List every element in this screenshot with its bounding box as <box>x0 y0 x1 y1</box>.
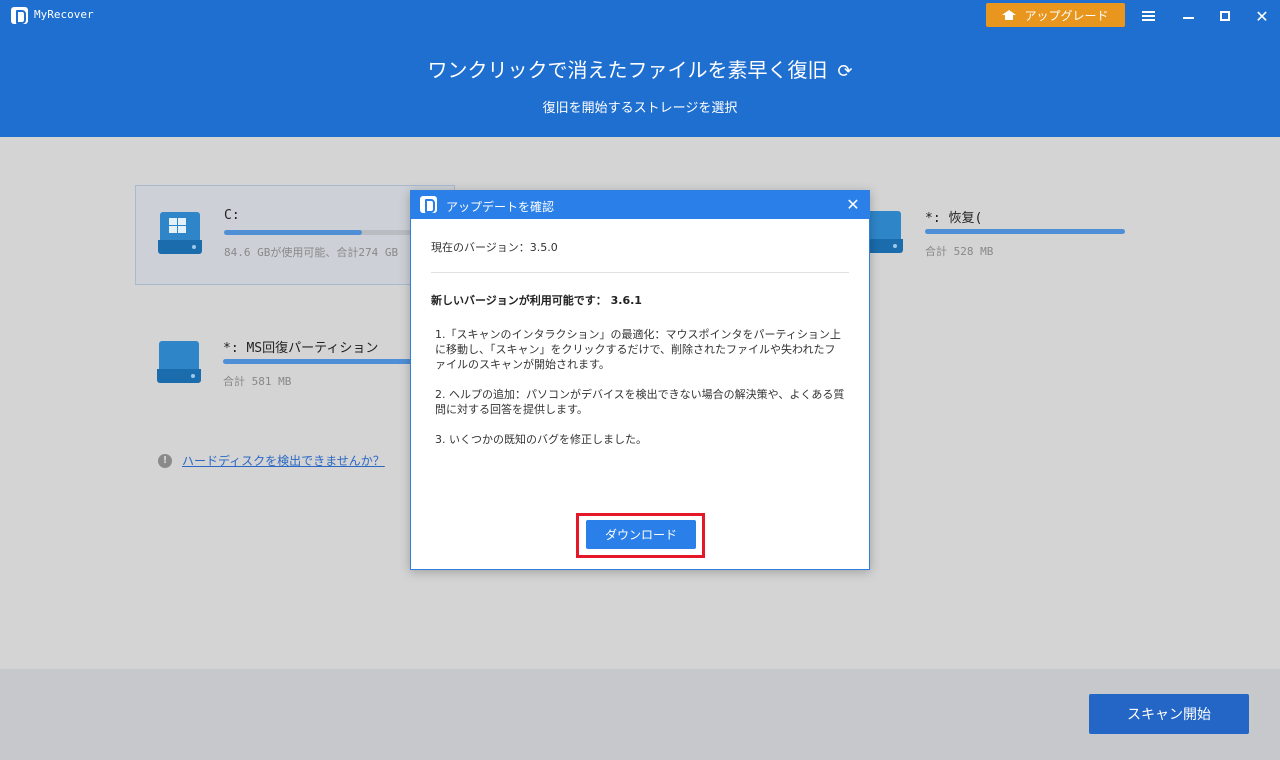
maximize-icon[interactable] <box>1214 6 1236 26</box>
upgrade-button[interactable]: アップグレード <box>986 3 1125 27</box>
windows-drive-icon <box>158 212 202 256</box>
start-scan-button[interactable]: スキャン開始 <box>1089 694 1249 734</box>
page-subtitle: 復旧を開始するストレージを選択 <box>542 101 738 116</box>
release-note: 1.「スキャンのインタラクション」の最適化：マウスポインタをパーティション上に移… <box>435 328 841 371</box>
app-logo-icon <box>420 196 437 213</box>
drive-info: 84.6 GBが使用可能、合計274 GB <box>224 246 399 259</box>
release-note: 3. いくつかの既知のバグを修正しました。 <box>435 433 647 446</box>
upgrade-label: アップグレード <box>1024 8 1109 23</box>
release-notes: 1.「スキャンのインタラクション」の最適化：マウスポインタをパーティション上に移… <box>435 327 845 462</box>
drive-name: *: 恢复( <box>925 211 983 226</box>
dialog-close-icon[interactable]: ✕ <box>843 194 863 214</box>
drive-card-recovery[interactable]: *: 恢复( 合計 528 MB <box>837 185 1157 285</box>
usage-bar-fill <box>925 229 1125 234</box>
page-title: ワンクリックで消えたファイルを素早く復旧 ⟳ <box>0 54 1280 83</box>
download-button[interactable]: ダウンロード <box>586 520 696 549</box>
current-version: 現在のバージョン：3.5.0 <box>431 241 558 254</box>
app-title: MyRecover <box>34 8 94 21</box>
drive-name: C: <box>224 208 240 223</box>
drive-info: 合計 528 MB <box>925 245 994 258</box>
drive-card-c[interactable]: C: 84.6 GBが使用可能、合計274 GB <box>135 185 455 285</box>
update-dialog: アップデートを確認 ✕ 現在のバージョン：3.5.0 新しいバージョンが利用可能… <box>410 190 870 570</box>
usage-bar-fill <box>224 230 362 235</box>
close-window-icon[interactable]: ✕ <box>1251 6 1273 26</box>
new-version: 新しいバージョンが利用可能です： 3.6.1 <box>431 294 642 307</box>
release-note: 2. ヘルプの追加：パソコンがデバイスを検出できない場合の解決策や、よくある質問… <box>435 388 845 416</box>
drive-name: *: MS回復パーティション <box>223 341 379 356</box>
usage-bar-fill <box>223 359 423 364</box>
divider <box>431 272 849 273</box>
refresh-icon[interactable]: ⟳ <box>837 61 852 82</box>
usage-bar <box>223 359 423 364</box>
help-link-row: ! ハードディスクを検出できませんか？ <box>158 452 385 469</box>
graduation-cap-icon <box>1002 9 1017 21</box>
headline-text: ワンクリックで消えたファイルを素早く復旧 <box>427 58 828 82</box>
title-bar: MyRecover アップグレード ✕ <box>0 0 1280 32</box>
dialog-title: アップデートを確認 <box>446 200 555 214</box>
menu-icon[interactable] <box>1137 6 1159 26</box>
drive-card-ms-recovery[interactable]: *: MS回復パーティション 合計 581 MB <box>135 315 455 415</box>
usage-bar <box>224 230 424 235</box>
info-icon: ! <box>158 453 172 468</box>
app-header: MyRecover アップグレード ✕ ワンクリックで消えたファイルを素早く復旧… <box>0 0 1280 137</box>
drive-icon <box>157 341 201 385</box>
disk-not-detected-link[interactable]: ハードディスクを検出できませんか？ <box>182 452 385 469</box>
dialog-title-bar: アップデートを確認 ✕ <box>411 191 869 219</box>
minimize-icon[interactable] <box>1177 6 1199 26</box>
footer-bar <box>0 669 1280 760</box>
app-logo-icon <box>11 7 28 24</box>
usage-bar <box>925 229 1125 234</box>
drive-info: 合計 581 MB <box>223 375 292 388</box>
